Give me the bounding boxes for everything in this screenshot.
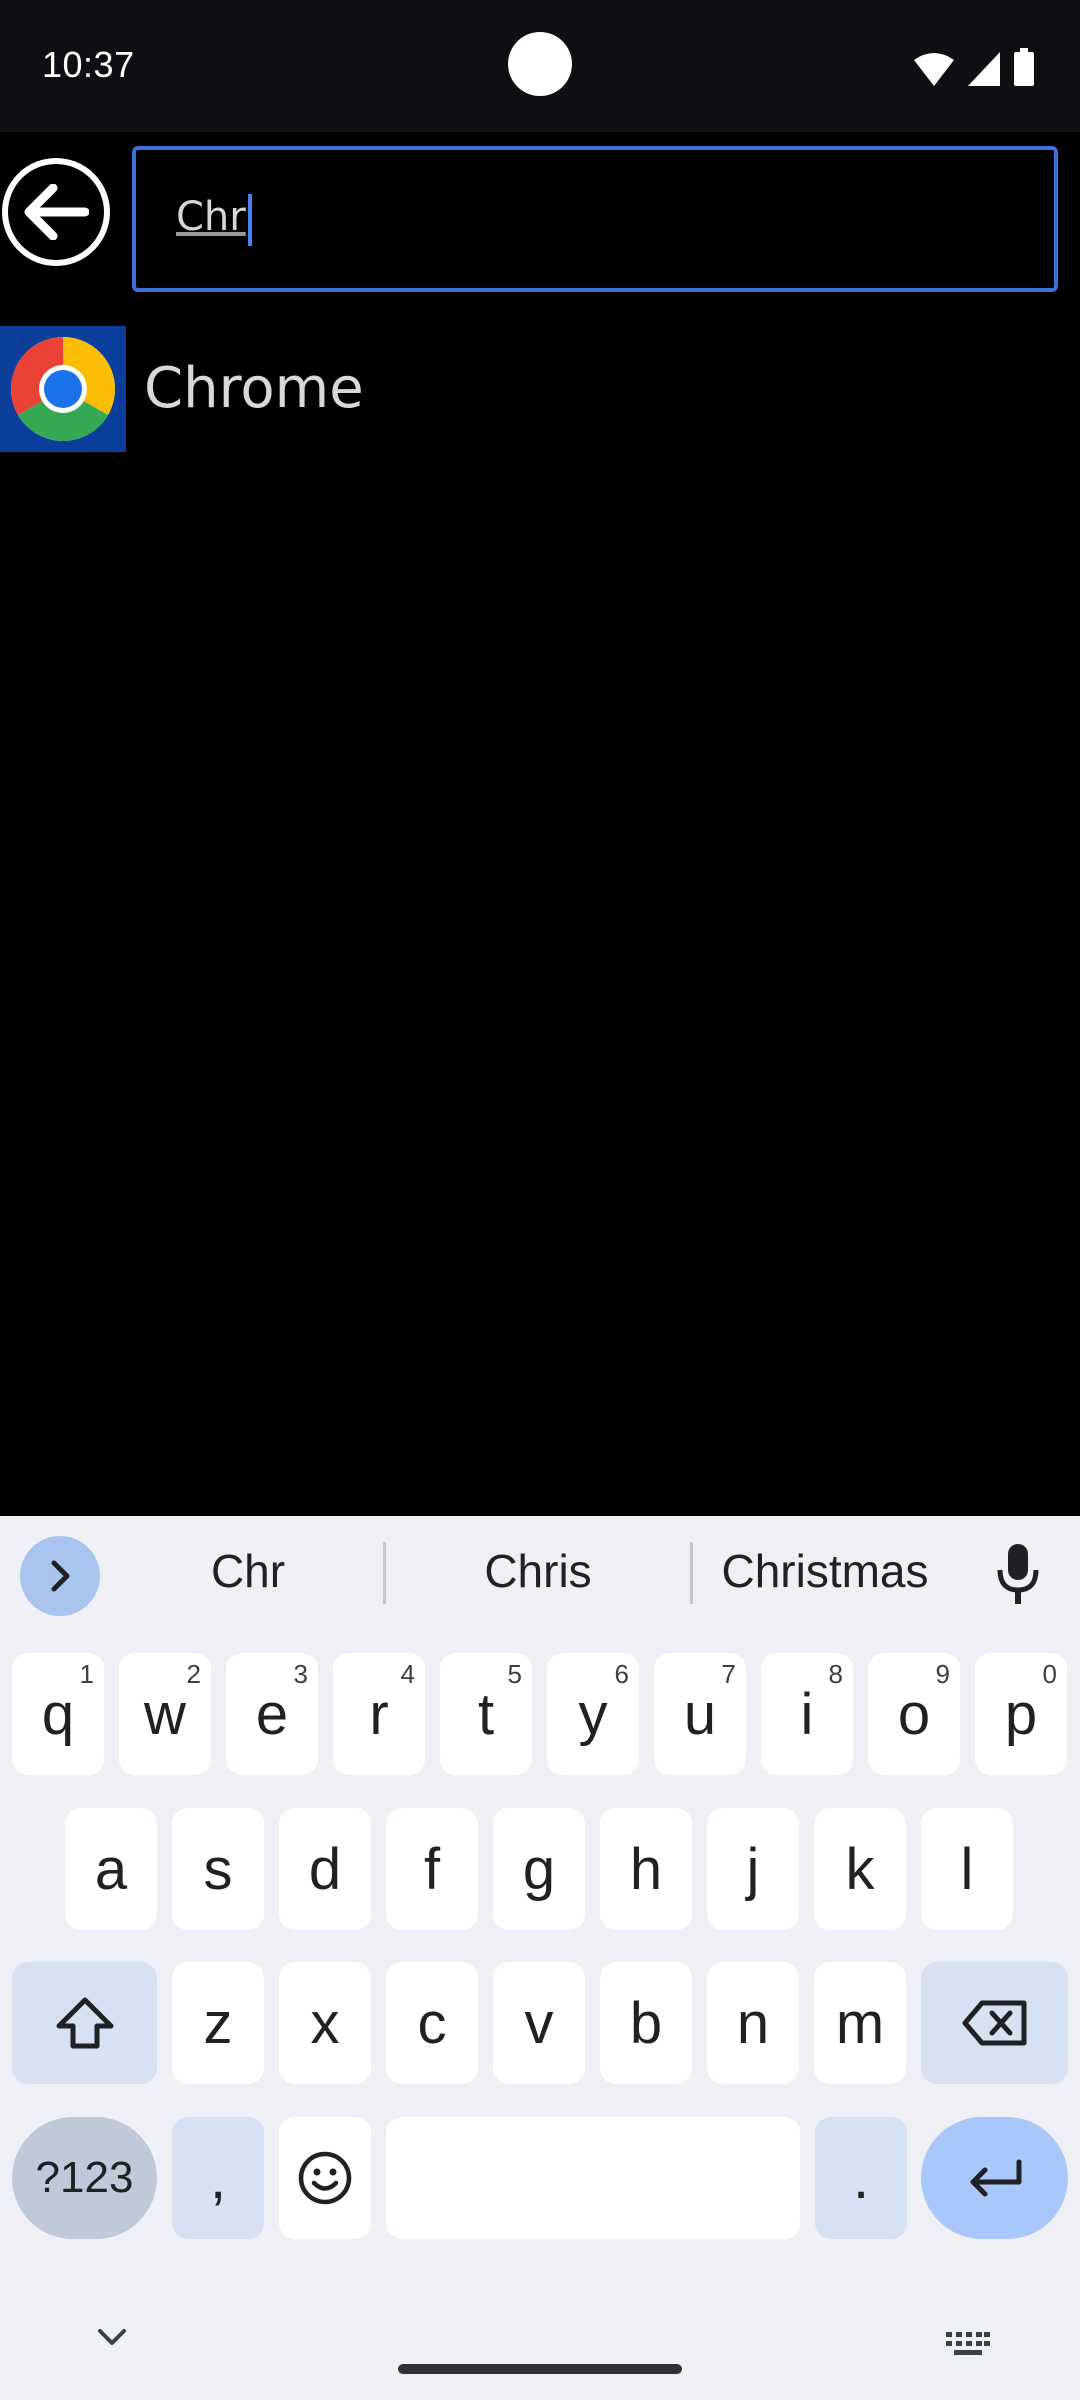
key-label: w	[144, 1681, 186, 1747]
key-l[interactable]: l	[921, 1808, 1013, 1930]
key-v[interactable]: v	[493, 1962, 585, 2084]
key-number-hint: 8	[828, 1659, 843, 1689]
key-number-hint: 7	[721, 1659, 736, 1689]
key-u[interactable]: u7	[654, 1653, 746, 1775]
keyboard-switch-icon[interactable]	[946, 2332, 990, 2356]
wifi-icon	[914, 53, 954, 86]
key-z[interactable]: z	[172, 1962, 264, 2084]
status-bar: 10:37	[0, 0, 1080, 132]
emoji-key[interactable]	[279, 2117, 371, 2239]
app-label: Chrome	[144, 356, 364, 421]
chrome-icon	[0, 326, 126, 452]
key-x[interactable]: x	[279, 1962, 371, 2084]
backspace-icon	[962, 2000, 1026, 2046]
period-key[interactable]: .	[815, 2117, 907, 2239]
home-gesture-bar[interactable]	[398, 2364, 682, 2374]
key-f[interactable]: f	[386, 1808, 478, 1930]
status-icons	[914, 48, 1034, 86]
search-input-value: Chr	[176, 194, 246, 240]
key-m[interactable]: m	[814, 1962, 906, 2084]
key-e[interactable]: e3	[226, 1653, 318, 1775]
backspace-key[interactable]	[921, 1962, 1068, 2084]
emoji-icon	[298, 2151, 352, 2205]
key-r[interactable]: r4	[333, 1653, 425, 1775]
enter-icon	[970, 2159, 1021, 2197]
key-label: t	[477, 1681, 495, 1747]
back-button[interactable]	[2, 158, 110, 266]
key-d[interactable]: d	[279, 1808, 371, 1930]
text-caret	[248, 194, 252, 246]
camera-cutout	[508, 32, 572, 96]
key-label: p	[1004, 1681, 1038, 1747]
battery-icon	[1014, 48, 1034, 86]
symbols-key[interactable]: ?123	[12, 2117, 157, 2239]
key-label: q	[41, 1681, 75, 1747]
key-k[interactable]: k	[814, 1808, 906, 1930]
key-y[interactable]: y6	[547, 1653, 639, 1775]
key-number-hint: 1	[79, 1659, 94, 1689]
soft-keyboard: Chr Chris Christmas q1w2e3r4t5y6u7i8o9p0…	[0, 1516, 1080, 2400]
key-label: r	[369, 1681, 389, 1747]
key-label: i	[800, 1681, 814, 1747]
key-number-hint: 3	[293, 1659, 308, 1689]
shift-key[interactable]	[12, 1962, 157, 2084]
key-s[interactable]: s	[172, 1808, 264, 1930]
key-a[interactable]: a	[65, 1808, 157, 1930]
hide-keyboard-chevron-icon[interactable]	[94, 2326, 130, 2348]
key-q[interactable]: q1	[12, 1653, 104, 1775]
key-number-hint: 6	[614, 1659, 629, 1689]
key-n[interactable]: n	[707, 1962, 799, 2084]
key-b[interactable]: b	[600, 1962, 692, 2084]
suggestion-1[interactable]: Chr	[120, 1544, 376, 1598]
signal-icon	[968, 52, 1000, 86]
status-time: 10:37	[42, 44, 135, 85]
expand-toolbar-button[interactable]	[20, 1536, 100, 1616]
key-h[interactable]: h	[600, 1808, 692, 1930]
suggestion-2[interactable]: Chris	[392, 1544, 684, 1598]
search-input[interactable]: Chr	[132, 146, 1058, 292]
suggestion-3[interactable]: Christmas	[700, 1544, 950, 1598]
chevron-right-icon	[51, 1560, 70, 1592]
app-result-item[interactable]: Chrome	[0, 326, 1080, 452]
key-label: u	[683, 1681, 717, 1747]
key-number-hint: 0	[1042, 1659, 1057, 1689]
suggestion-divider	[690, 1542, 693, 1604]
key-i[interactable]: i8	[761, 1653, 853, 1775]
key-c[interactable]: c	[386, 1962, 478, 2084]
key-number-hint: 2	[186, 1659, 201, 1689]
suggestion-bar: Chr Chris Christmas	[0, 1516, 1080, 1630]
key-label: e	[255, 1681, 289, 1747]
suggestion-divider	[383, 1542, 386, 1604]
space-key[interactable]	[386, 2117, 800, 2239]
arrow-left-icon	[24, 184, 89, 240]
microphone-icon[interactable]	[996, 1542, 1040, 1606]
key-number-hint: 5	[507, 1659, 522, 1689]
key-j[interactable]: j	[707, 1808, 799, 1930]
key-g[interactable]: g	[493, 1808, 585, 1930]
key-t[interactable]: t5	[440, 1653, 532, 1775]
shift-icon	[56, 1997, 113, 2049]
key-number-hint: 9	[935, 1659, 950, 1689]
key-w[interactable]: w2	[119, 1653, 211, 1775]
key-number-hint: 4	[400, 1659, 415, 1689]
key-label: y	[578, 1681, 608, 1747]
key-o[interactable]: o9	[868, 1653, 960, 1775]
key-p[interactable]: p0	[975, 1653, 1067, 1775]
key-label: o	[897, 1681, 931, 1747]
enter-key[interactable]	[921, 2117, 1068, 2239]
comma-key[interactable]: ,	[172, 2117, 264, 2239]
